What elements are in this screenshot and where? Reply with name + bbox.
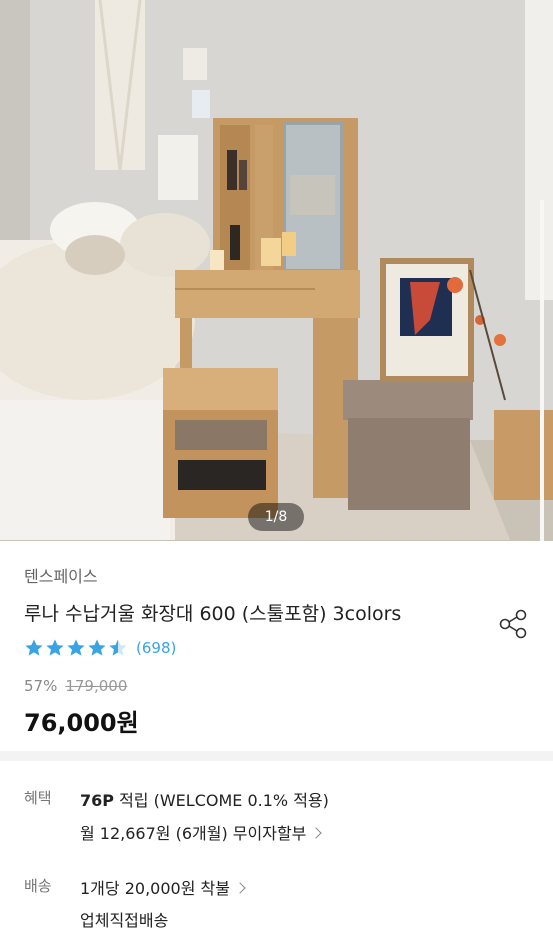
shipping-label: 배송 bbox=[24, 877, 52, 895]
star-icon bbox=[67, 639, 85, 656]
installment-link[interactable]: 월 12,667원 (6개월) 무이자할부 bbox=[80, 820, 323, 844]
discount-row: 57% 179,000 bbox=[24, 677, 127, 695]
star-half-icon bbox=[109, 639, 127, 656]
benefit-label: 혜택 bbox=[24, 789, 52, 807]
shipping-fee: 1개당 20,000원 착불 bbox=[80, 879, 230, 898]
product-image[interactable]: 1/8 bbox=[0, 0, 553, 541]
chevron-right-icon bbox=[310, 827, 323, 839]
star-icon bbox=[46, 639, 64, 656]
installment-text: 월 12,667원 (6개월) 무이자할부 bbox=[80, 824, 307, 843]
review-count[interactable]: (698) bbox=[136, 639, 176, 657]
shipping-method: 업체직접배송 bbox=[80, 911, 169, 930]
discount-rate: 57% bbox=[24, 677, 58, 695]
section-divider bbox=[0, 751, 553, 761]
star-icon bbox=[88, 639, 106, 656]
shipping-fee-link[interactable]: 1개당 20,000원 착불 bbox=[80, 875, 246, 899]
benefit-points: 76P 적립 (WELCOME 0.1% 적용) bbox=[80, 787, 329, 811]
product-title: 루나 수납거울 화장대 600 (스툴포함) 3colors bbox=[24, 603, 402, 625]
points-text: 적립 (WELCOME 0.1% 적용) bbox=[114, 791, 329, 810]
original-price: 179,000 bbox=[65, 677, 128, 695]
points-amount: 76P bbox=[80, 791, 114, 810]
rating[interactable]: (698) bbox=[24, 638, 176, 658]
brand-name[interactable]: 텐스페이스 bbox=[24, 563, 98, 587]
star-icon bbox=[25, 639, 43, 656]
share-icon bbox=[499, 609, 527, 639]
rating-stars bbox=[24, 638, 128, 658]
chevron-right-icon bbox=[234, 882, 246, 894]
share-button[interactable] bbox=[496, 607, 530, 641]
sale-price: 76,000원 bbox=[24, 709, 139, 737]
product-photo bbox=[0, 0, 553, 541]
image-counter: 1/8 bbox=[248, 503, 304, 531]
